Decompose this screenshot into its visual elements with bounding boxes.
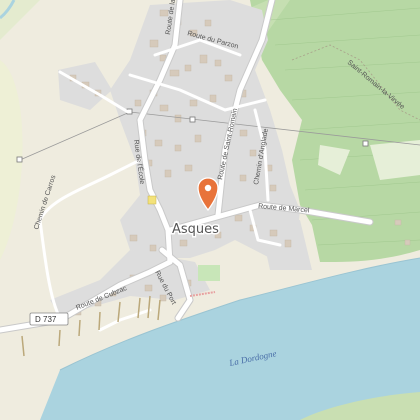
- park-area: [198, 265, 220, 281]
- place-name: Asques: [172, 222, 219, 237]
- poi-square: [147, 195, 157, 205]
- map-layer: Route de la Route du Parzon Rue de l'Éco…: [0, 0, 420, 420]
- map-canvas[interactable]: Route de la Route du Parzon Rue de l'Éco…: [0, 0, 420, 420]
- road-badge: D 737: [29, 312, 69, 326]
- road-badge-label: D 737: [35, 315, 57, 324]
